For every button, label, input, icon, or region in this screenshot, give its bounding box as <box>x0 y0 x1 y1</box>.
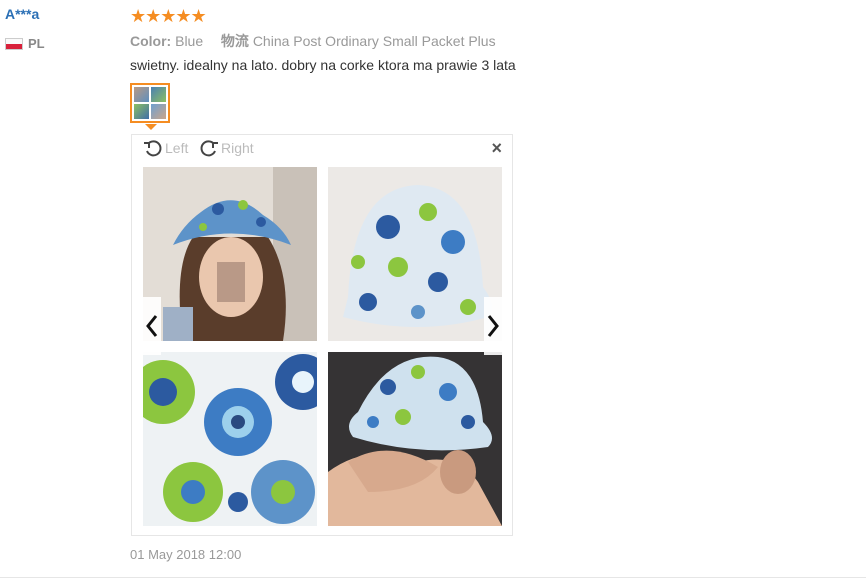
previous-photo-button[interactable] <box>143 297 161 355</box>
rotate-right-icon <box>198 137 220 159</box>
review-divider <box>0 577 866 578</box>
thumbnail-caret <box>145 124 157 130</box>
rotate-right-label: Right <box>221 140 254 156</box>
rotate-right-button[interactable]: Right <box>198 137 254 159</box>
review-photo-1 <box>143 167 317 341</box>
review-photo-3 <box>143 352 317 526</box>
chevron-left-icon <box>146 315 158 337</box>
rotate-left-label: Left <box>165 140 189 156</box>
review-photo-2 <box>328 167 502 341</box>
poland-flag-icon <box>5 37 23 50</box>
shipping-value: China Post Ordinary Small Packet Plus <box>252 33 496 49</box>
review-meta: Color: Blue 物流 China Post Ordinary Small… <box>130 31 496 51</box>
next-photo-button[interactable] <box>484 297 502 355</box>
review-date: 01 May 2018 12:00 <box>130 547 242 562</box>
reviewer-name: A***a <box>5 6 40 22</box>
review-photo-4 <box>328 352 502 526</box>
photo-viewer: Left Right × <box>131 134 513 536</box>
reviewer-country: PL <box>5 36 45 51</box>
chevron-right-icon <box>487 315 499 337</box>
color-value: Blue <box>175 33 204 49</box>
review-text: swietny. idealny na lato. dobry na corke… <box>130 57 516 73</box>
color-label: Color: <box>130 33 172 49</box>
rotate-left-icon <box>142 137 164 159</box>
star-rating: ★★★★★ <box>130 6 207 26</box>
shipping-label: 物流 <box>220 33 249 49</box>
close-icon[interactable]: × <box>491 139 502 157</box>
rotate-left-button[interactable]: Left <box>142 137 188 159</box>
review-photo-thumbnail[interactable] <box>130 83 170 123</box>
country-code: PL <box>28 36 45 51</box>
